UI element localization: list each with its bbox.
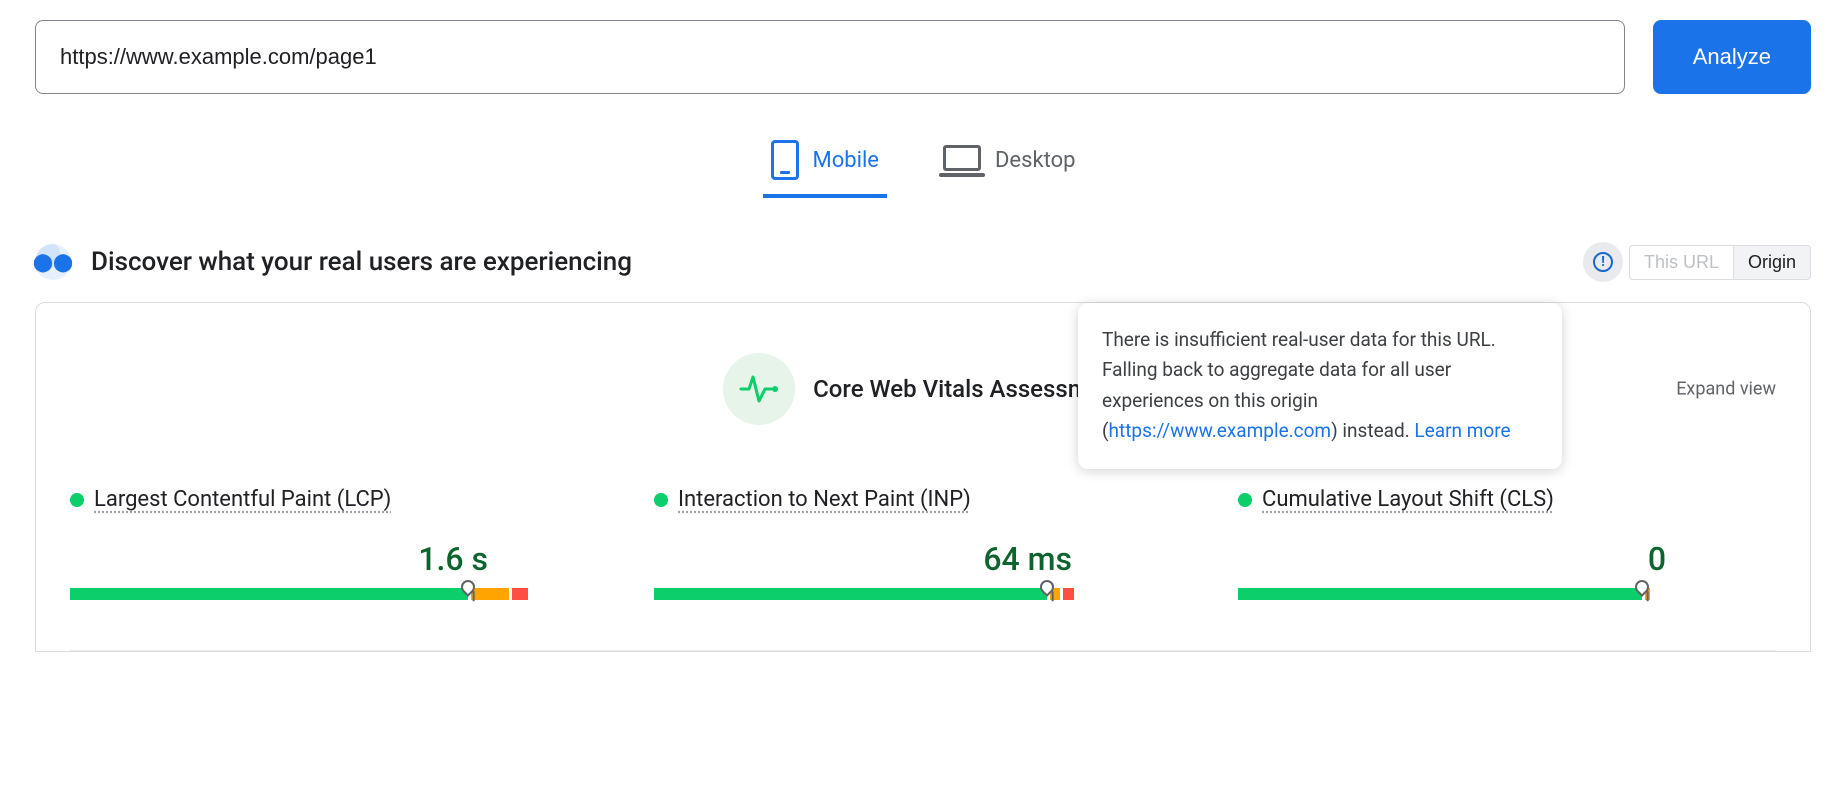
status-dot-cls: [1238, 493, 1252, 507]
metric-name-inp[interactable]: Interaction to Next Paint (INP): [678, 487, 971, 512]
expand-view-link[interactable]: Expand view: [1676, 379, 1776, 400]
scope-this-url-button[interactable]: This URL: [1629, 245, 1733, 280]
bar-inp: [654, 588, 1192, 600]
tab-mobile-label: Mobile: [813, 148, 879, 173]
url-bar-row: Analyze: [35, 20, 1811, 94]
bar-cls: [1238, 588, 1776, 600]
tab-desktop-label: Desktop: [995, 148, 1076, 173]
metrics-row: Largest Contentful Paint (LCP) 1.6 s Int…: [70, 487, 1776, 650]
pulse-icon: [723, 353, 795, 425]
section-title: Discover what your real users are experi…: [91, 247, 1563, 277]
tooltip-text-mid: ) instead.: [1331, 419, 1414, 442]
insufficient-data-tooltip: There is insufficient real-user data for…: [1078, 303, 1562, 469]
scope-controls: ! This URL Origin: [1583, 242, 1811, 282]
metric-inp: Interaction to Next Paint (INP) 64 ms: [654, 487, 1192, 600]
tooltip-origin-link[interactable]: https://www.example.com: [1109, 419, 1332, 442]
section-header: ⬤⬤ Discover what your real users are exp…: [35, 242, 1811, 282]
analyze-button[interactable]: Analyze: [1653, 20, 1811, 94]
info-badge[interactable]: !: [1583, 242, 1623, 282]
divider: [70, 650, 1776, 651]
mobile-icon: [771, 140, 799, 180]
crux-icon: ⬤⬤: [35, 244, 71, 280]
metric-lcp: Largest Contentful Paint (LCP) 1.6 s: [70, 487, 608, 600]
tab-mobile[interactable]: Mobile: [763, 130, 887, 198]
scope-origin-button[interactable]: Origin: [1733, 245, 1811, 280]
device-tabs: Mobile Desktop: [35, 130, 1811, 198]
people-icon: ⬤⬤: [33, 252, 73, 273]
metric-cls: Cumulative Layout Shift (CLS) 0: [1238, 487, 1776, 600]
url-input[interactable]: [35, 20, 1625, 94]
cwv-panel: Core Web Vitals Assessment Expand view T…: [35, 302, 1811, 652]
bar-lcp: [70, 588, 608, 600]
cwv-title: Core Web Vitals Assessment: [813, 375, 1123, 403]
metric-name-lcp[interactable]: Largest Contentful Paint (LCP): [94, 487, 391, 512]
metric-value-lcp: 1.6 s: [70, 540, 608, 578]
metric-value-cls: 0: [1238, 540, 1776, 578]
metric-value-inp: 64 ms: [654, 540, 1192, 578]
desktop-icon: [943, 145, 981, 175]
tab-desktop[interactable]: Desktop: [935, 130, 1084, 198]
status-dot-lcp: [70, 493, 84, 507]
tooltip-learn-more-link[interactable]: Learn more: [1414, 419, 1510, 442]
info-icon: !: [1593, 252, 1613, 272]
status-dot-inp: [654, 493, 668, 507]
metric-name-cls[interactable]: Cumulative Layout Shift (CLS): [1262, 487, 1554, 512]
